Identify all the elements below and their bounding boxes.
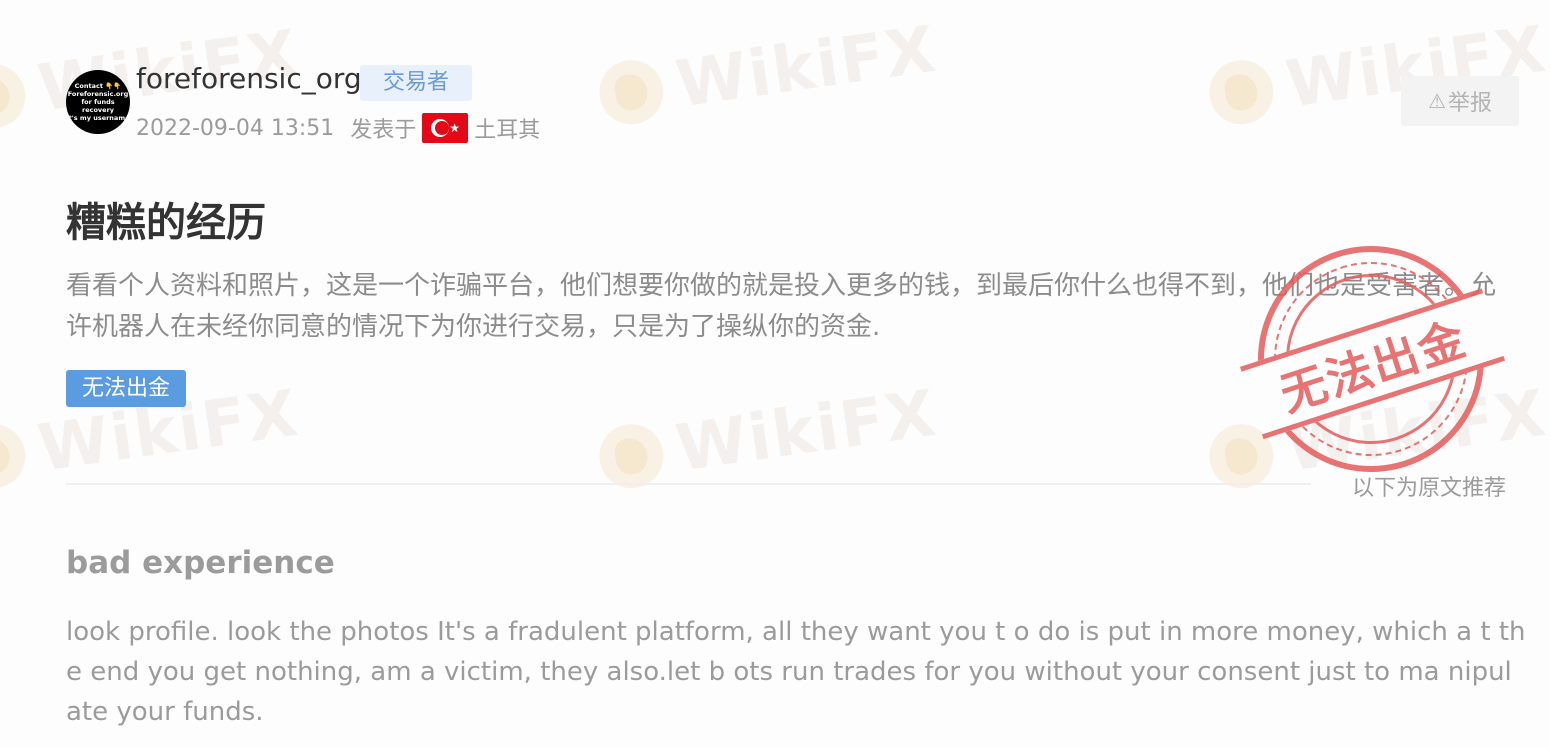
original-text-note: 以下为原文推荐	[1352, 476, 1507, 501]
avatar-text-line: it's my username	[66, 114, 130, 122]
turkey-flag-icon: ★	[422, 113, 469, 143]
wikifx-logo-icon	[595, 420, 668, 493]
wikifx-logo-icon	[0, 60, 30, 133]
username[interactable]: foreforensic_org	[136, 62, 362, 95]
unable-to-withdraw-stamp: 无法出金	[1228, 216, 1514, 502]
watermark: WikiFX	[595, 13, 942, 134]
country-name: 土耳其	[474, 118, 541, 143]
review-body: 看看个人资料和照片，这是一个诈骗平台，他们想要你做的就是投入更多的钱，到最后你什…	[66, 271, 1497, 342]
wikifx-logo-icon	[595, 56, 668, 129]
avatar-text-line: Foreforensic.org	[67, 90, 129, 98]
watermark: WikiFX	[595, 377, 942, 498]
issue-tag[interactable]: 无法出金	[66, 370, 186, 407]
post-time: 2022-09-04 13:51	[136, 115, 335, 141]
wikifx-logo-icon	[0, 420, 30, 493]
wikifx-logo-icon	[1205, 420, 1278, 493]
avatar-text-line: for funds recovery	[81, 98, 115, 114]
report-label: 举报	[1447, 91, 1492, 116]
wikifx-logo-icon	[1205, 56, 1278, 129]
review-title: 糟糕的经历	[66, 200, 266, 246]
original-review-title: bad experience	[66, 545, 335, 581]
avatar-text-line: Contact 👇👇	[74, 82, 122, 90]
report-button[interactable]: ⚠ 举报	[1401, 76, 1519, 126]
role-badge: 交易者	[360, 65, 472, 101]
posted-in-label: 发表于	[350, 118, 417, 143]
post-meta: 2022-09-04 13:51 发表于 ★ 土耳其	[136, 112, 540, 144]
divider	[66, 483, 1311, 485]
avatar[interactable]: Contact 👇👇 Foreforensic.org for funds re…	[66, 70, 130, 134]
warning-icon: ⚠	[1428, 89, 1446, 113]
review-page: WikiFX WikiFX WikiFX WikiFX WikiFX WikiF…	[0, 0, 1550, 748]
original-review-body: look profile. look the photos It's a fra…	[66, 617, 1526, 727]
